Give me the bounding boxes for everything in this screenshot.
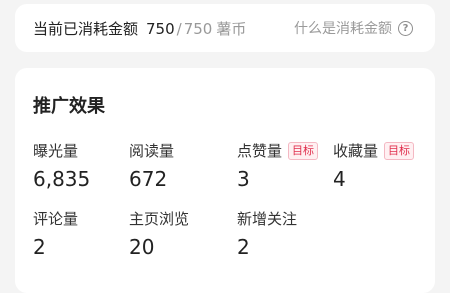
metric-value: 2 xyxy=(33,235,46,259)
metric-comments: 评论量 2 xyxy=(33,208,78,259)
spent-amount-label: 当前已消耗金额 xyxy=(33,20,139,38)
section-title: 推广效果 xyxy=(33,96,105,117)
metric-label: 曝光量 xyxy=(33,142,79,160)
metric-value: 3 xyxy=(237,167,250,191)
question-circle-icon[interactable]: ? xyxy=(398,20,413,36)
spent-separator: / xyxy=(176,20,182,38)
metric-value: 672 xyxy=(129,167,168,191)
what-is-spent-label: 什么是消耗金额 xyxy=(294,21,392,37)
metric-label: 新增关注 xyxy=(237,210,298,228)
metric-value: 20 xyxy=(129,235,155,259)
metric-label: 主页浏览 xyxy=(129,210,190,228)
metric-value: 6,835 xyxy=(33,167,91,191)
target-badge: 目标 xyxy=(384,141,415,160)
target-badge: 目标 xyxy=(288,141,319,160)
metric-label: 收藏量 xyxy=(333,142,379,160)
metric-label: 阅读量 xyxy=(129,142,175,160)
spent-used: 750 xyxy=(146,20,175,38)
what-is-spent-link[interactable]: 什么是消耗金额 ? xyxy=(294,18,413,38)
metric-saves: 收藏量 目标 4 xyxy=(333,140,415,191)
metric-new-followers: 新增关注 2 xyxy=(237,208,297,259)
metric-profile-views: 主页浏览 20 xyxy=(129,208,189,259)
metric-label: 点赞量 xyxy=(237,142,283,160)
promotion-effect-card: 推广效果 曝光量 6,835 阅读量 672 点赞量 目标 3 收藏量 目标 4… xyxy=(15,68,435,293)
metric-impressions: 曝光量 6,835 xyxy=(33,140,90,191)
spent-total: 750 xyxy=(183,20,213,38)
metric-reads: 阅读量 672 xyxy=(129,140,174,191)
spent-amount-value: 750/750 薯币 xyxy=(146,18,246,39)
metric-likes: 点赞量 目标 3 xyxy=(237,140,319,191)
metric-value: 2 xyxy=(237,235,250,259)
metric-label: 评论量 xyxy=(33,210,79,228)
spending-card: 当前已消耗金额 750/750 薯币 什么是消耗金额 ? xyxy=(15,4,435,52)
spent-unit: 薯币 xyxy=(216,20,247,38)
metric-value: 4 xyxy=(333,167,346,191)
